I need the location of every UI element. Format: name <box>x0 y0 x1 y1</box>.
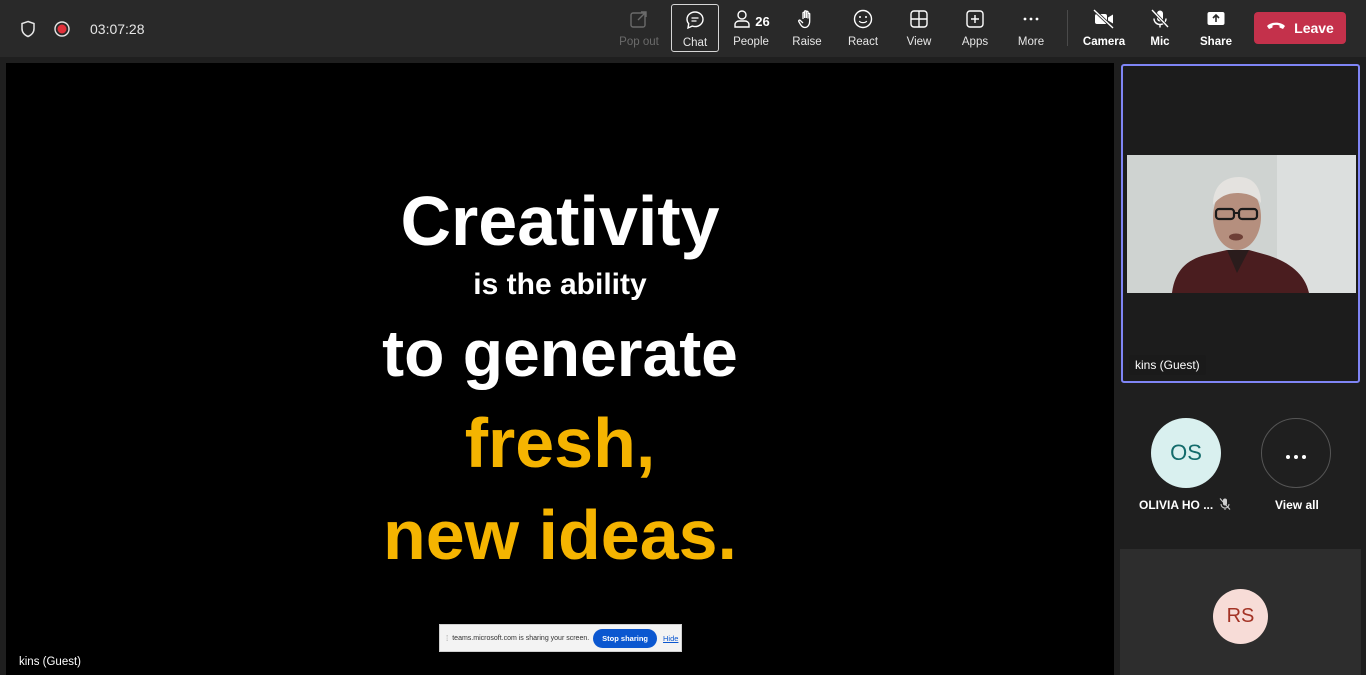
slide-line-1: Creativity <box>400 182 720 260</box>
slide-line-5: new ideas. <box>382 496 738 574</box>
mic-muted-icon <box>1218 497 1232 516</box>
participant-name-olivia: OLIVIA HO ... <box>1139 498 1214 512</box>
people-count-badge: 26 <box>755 13 770 29</box>
mic-off-icon <box>1149 8 1171 35</box>
hand-icon <box>796 8 818 35</box>
meeting-toolbar: 03:07:28 Pop out Chat 26 People Raise Re… <box>0 0 1366 57</box>
slide-line-4: fresh, <box>464 404 656 482</box>
react-button[interactable]: React <box>839 4 887 52</box>
apps-button[interactable]: Apps <box>951 4 999 52</box>
chat-button[interactable]: Chat <box>671 4 719 52</box>
mic-label: Mic <box>1150 36 1170 48</box>
hide-notice-link[interactable]: Hide <box>663 634 678 643</box>
chat-icon <box>684 9 706 36</box>
raise-label: Raise <box>792 36 822 48</box>
view-all-label[interactable]: View all <box>1275 498 1319 512</box>
meeting-timer: 03:07:28 <box>90 20 145 37</box>
speaker-video-frame <box>1127 155 1356 293</box>
camera-label: Camera <box>1082 36 1126 48</box>
share-notice-message: teams.microsoft.com is sharing your scre… <box>452 634 590 642</box>
leave-button[interactable]: Leave <box>1254 12 1346 44</box>
toolbar-divider <box>1067 10 1068 46</box>
recording-icon <box>52 19 72 39</box>
camera-button[interactable]: Camera <box>1080 4 1128 52</box>
view-all-participants-button[interactable] <box>1261 418 1331 488</box>
popout-icon <box>628 8 650 35</box>
apps-label: Apps <box>961 36 989 48</box>
slide-line-3: to generate <box>382 316 738 390</box>
drag-handle-icon[interactable]: ⁞ <box>446 634 448 643</box>
more-label: More <box>1017 36 1045 48</box>
people-icon <box>732 8 752 35</box>
share-screen-icon <box>1205 8 1227 35</box>
camera-off-icon <box>1092 8 1116 35</box>
presenter-name-label: kins (Guest) <box>19 656 81 668</box>
participant-video <box>1127 155 1356 293</box>
more-ellipsis-icon <box>1284 440 1308 466</box>
hang-up-icon <box>1266 19 1286 37</box>
participant-tile-rs[interactable]: RS <box>1120 549 1361 675</box>
screen-share-notice: ⁞ teams.microsoft.com is sharing your sc… <box>439 624 682 652</box>
participant-avatar-os[interactable]: OS <box>1151 418 1221 488</box>
view-label: View <box>906 36 932 48</box>
shared-screen: Creativity is the ability to generate fr… <box>6 63 1114 675</box>
speaker-name-label: kins (Guest) <box>1129 355 1206 375</box>
chat-label: Chat <box>682 37 708 49</box>
raise-hand-button[interactable]: Raise <box>783 4 831 52</box>
popout-label: Pop out <box>619 36 659 48</box>
shield-icon[interactable] <box>18 19 38 39</box>
meeting-window: 03:07:28 Pop out Chat 26 People Raise Re… <box>0 0 1366 675</box>
grid-view-icon <box>908 8 930 35</box>
participant-avatar-rs: RS <box>1213 589 1268 644</box>
stop-sharing-button[interactable]: Stop sharing <box>593 628 658 648</box>
mic-button[interactable]: Mic <box>1136 4 1184 52</box>
smiley-icon <box>852 8 874 35</box>
more-button[interactable]: More <box>1007 4 1055 52</box>
react-label: React <box>847 36 879 48</box>
speaker-video-tile[interactable]: kins (Guest) <box>1121 64 1360 383</box>
meeting-info: 03:07:28 <box>18 0 145 57</box>
popout-button[interactable]: Pop out <box>615 4 663 52</box>
share-button[interactable]: Share <box>1192 4 1240 52</box>
view-button[interactable]: View <box>895 4 943 52</box>
add-app-icon <box>964 8 986 35</box>
more-ellipsis-icon <box>1020 8 1042 35</box>
people-label: People <box>733 36 769 48</box>
leave-label: Leave <box>1294 20 1334 36</box>
share-label: Share <box>1200 36 1232 48</box>
people-button[interactable]: 26 People <box>727 4 775 52</box>
slide-line-2: is the ability <box>473 268 647 301</box>
